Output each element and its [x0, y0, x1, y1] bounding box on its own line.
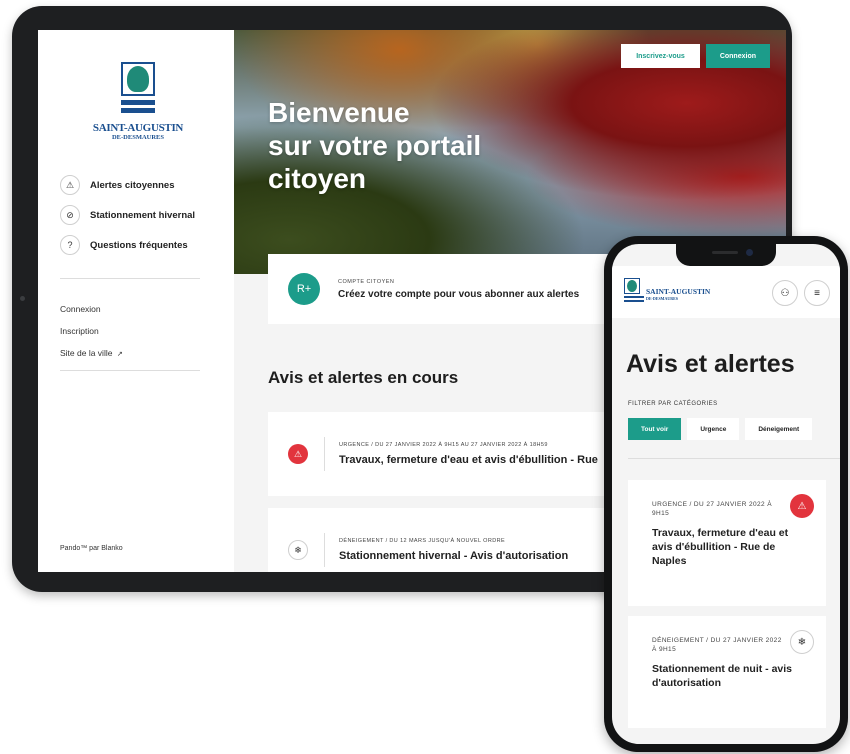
alert-card[interactable]: ⚠ URGENCE / DU 27 JANVIER 2022 À 9H15 AU… [268, 412, 648, 496]
hero-title-line: citoyen [268, 163, 367, 194]
menu-button[interactable]: ≡ [804, 280, 830, 306]
logo-name: SAINT-AUGUSTIN [646, 287, 711, 296]
phone-screen: SAINT-AUGUSTIN DE-DESMAURES ⚇ ≡ Avis et … [612, 244, 840, 744]
alert-meta: DÉNEIGEMENT / DU 12 MARS JUSQU'À NOUVEL … [339, 538, 506, 544]
account-text: Créez votre compte pour vous abonner aux… [338, 288, 580, 300]
urgent-warning-icon: ⚠ [288, 444, 308, 464]
logo-subname: DE-DESMAURES [111, 134, 164, 141]
sidebar-item-faq[interactable]: ? Questions fréquentes [60, 230, 230, 260]
alert-body: URGENCE / DU 27 JANVIER 2022 À 9H15 AU 2… [339, 442, 598, 466]
category-filters: Tout voir Urgence Déneigement [628, 418, 813, 440]
phone-notch [676, 244, 776, 266]
alert-meta: DÉNEIGEMENT / DU 27 JANVIER 2022 À 9H15 [652, 637, 782, 653]
account-card[interactable]: R+ COMPTE CITOYEN Créez votre compte pou… [268, 254, 648, 324]
city-emblem-icon [624, 278, 644, 304]
logo-subname: DE-DESMAURES [646, 296, 679, 301]
hero-title-line: Bienvenue [268, 97, 410, 128]
sidebar-nav: ⚠ Alertes citoyennes ⊘ Stationnement hiv… [60, 170, 230, 260]
phone-header: SAINT-AUGUSTIN DE-DESMAURES ⚇ ≡ [612, 266, 840, 318]
add-user-icon: R+ [288, 273, 320, 305]
phone-divider [628, 458, 840, 459]
filter-chip-urgence[interactable]: Urgence [687, 418, 740, 440]
snowflake-icon: ❄ [790, 630, 814, 654]
question-icon: ? [60, 235, 80, 255]
filter-chip-all[interactable]: Tout voir [628, 418, 682, 440]
alert-meta: URGENCE / DU 27 JANVIER 2022 À 9H15 AU 2… [339, 442, 548, 448]
sidebar: SAINT-AUGUSTIN DE-DESMAURES ⚠ Alertes ci… [38, 30, 234, 572]
tablet-camera [20, 296, 25, 301]
front-camera [746, 249, 753, 256]
phone-logo-text: SAINT-AUGUSTIN DE-DESMAURES [646, 287, 711, 302]
sidebar-item-stationnement[interactable]: ⊘ Stationnement hivernal [60, 200, 230, 230]
signup-link[interactable]: Inscription [60, 320, 123, 342]
alert-title: Stationnement hivernal - Avis d'autorisa… [339, 550, 569, 562]
urgent-warning-icon: ⚠ [790, 494, 814, 518]
account-eyebrow: COMPTE CITOYEN [338, 278, 395, 285]
login-link[interactable]: Connexion [60, 298, 123, 320]
user-account-button[interactable]: ⚇ [772, 280, 798, 306]
phone-city-logo[interactable]: SAINT-AUGUSTIN DE-DESMAURES [624, 278, 710, 304]
powered-by: Pando™ par Blanko [60, 545, 123, 552]
city-site-link[interactable]: Site de la ville ↗ [60, 342, 123, 364]
filter-chip-deneigement[interactable]: Déneigement [745, 418, 813, 440]
phone-alert-card[interactable]: ❄ DÉNEIGEMENT / DU 27 JANVIER 2022 À 9H1… [628, 616, 826, 728]
phone-device: SAINT-AUGUSTIN DE-DESMAURES ⚇ ≡ Avis et … [604, 236, 848, 752]
sidebar-item-label: Questions fréquentes [90, 239, 188, 251]
warning-icon: ⚠ [60, 175, 80, 195]
city-site-label: Site de la ville [60, 348, 113, 358]
alert-title: Travaux, fermeture d'eau et avis d'ébull… [339, 454, 598, 466]
external-link-icon: ↗ [116, 351, 123, 358]
hero-title-line: sur votre portail [268, 130, 482, 161]
sidebar-item-alertes[interactable]: ⚠ Alertes citoyennes [60, 170, 230, 200]
phone-page-title: Avis et alertes [626, 350, 795, 378]
speaker-grille [712, 251, 738, 254]
section-title: Avis et alertes en cours [268, 368, 459, 387]
city-logo[interactable]: SAINT-AUGUSTIN DE-DESMAURES [88, 62, 188, 141]
alert-card[interactable]: ❄ DÉNEIGEMENT / DU 12 MARS JUSQU'À NOUVE… [268, 508, 648, 572]
alert-separator [324, 533, 325, 567]
snowflake-icon: ❄ [288, 540, 308, 560]
city-emblem-icon [121, 62, 155, 116]
sidebar-links: Connexion Inscription Site de la ville ↗ [60, 298, 123, 364]
hero-title: Bienvenue sur votre portail citoyen [268, 96, 481, 195]
user-icon: ⚇ [780, 287, 790, 299]
phone-alert-card[interactable]: ⚠ URGENCE / DU 27 JANVIER 2022 À 9H15 Tr… [628, 480, 826, 606]
sidebar-divider [60, 370, 200, 371]
alert-body: DÉNEIGEMENT / DU 12 MARS JUSQU'À NOUVEL … [339, 538, 568, 562]
sidebar-item-label: Alertes citoyennes [90, 179, 175, 191]
alert-title: Stationnement de nuit - avis d'autorisat… [652, 663, 793, 689]
no-parking-icon: ⊘ [60, 205, 80, 225]
alert-title: Travaux, fermeture d'eau et avis d'ébull… [652, 527, 789, 567]
login-button[interactable]: Connexion [705, 44, 770, 68]
account-card-body: COMPTE CITOYEN Créez votre compte pour v… [338, 279, 579, 300]
hero-actions: Inscrivez-vous Connexion [621, 44, 770, 68]
alert-meta: URGENCE / DU 27 JANVIER 2022 À 9H15 [652, 501, 773, 517]
sidebar-divider [60, 278, 200, 279]
alert-separator [324, 437, 325, 471]
hamburger-menu-icon: ≡ [814, 287, 820, 299]
signup-button[interactable]: Inscrivez-vous [621, 44, 700, 68]
logo-name: SAINT-AUGUSTIN [92, 122, 184, 134]
filter-label: FILTRER PAR CATÉGORIES [628, 401, 718, 407]
sidebar-item-label: Stationnement hivernal [90, 209, 196, 221]
